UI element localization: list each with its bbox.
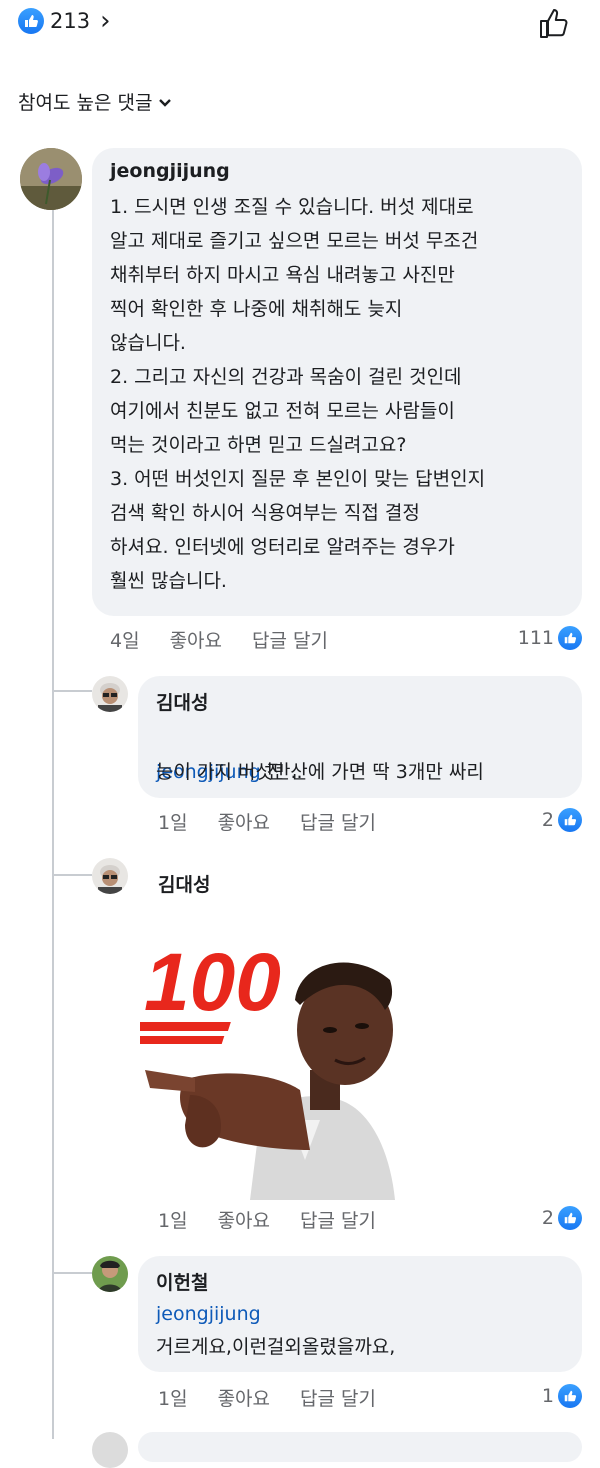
- post-like-count: 213: [50, 9, 91, 33]
- comment-author[interactable]: 김대성: [158, 870, 210, 897]
- like-button[interactable]: 좋아요: [218, 808, 270, 835]
- thread-branch: [52, 1272, 92, 1274]
- thread-line: [52, 210, 54, 1439]
- reaction-number: 111: [517, 627, 554, 649]
- sort-label: 참여도 높은 댓글: [18, 92, 153, 114]
- post-reaction-summary[interactable]: 213 ›: [18, 8, 111, 34]
- reaction-count[interactable]: 1: [542, 1384, 582, 1408]
- reaction-number: 1: [541, 1385, 554, 1407]
- reply-button[interactable]: 답글 달기: [300, 1384, 376, 1411]
- comment-bubble[interactable]: [138, 1432, 582, 1462]
- comment-text: 1. 드시면 인생 조질 수 있습니다. 버섯 제대로 알고 제대로 즐기고 싶…: [110, 196, 486, 592]
- comment-actions: 1일 좋아요 답글 달기: [158, 808, 406, 835]
- comment-text: 거르게요,이런걸외올렸을까요,: [156, 1336, 396, 1358]
- reply-button[interactable]: 답글 달기: [300, 808, 376, 835]
- like-thumb-icon: [558, 626, 582, 650]
- comment-actions: 4일 좋아요 답글 달기: [110, 626, 358, 653]
- like-button[interactable]: 좋아요: [218, 1384, 270, 1411]
- reply-button[interactable]: 답글 달기: [252, 626, 328, 653]
- avatar[interactable]: [92, 1432, 128, 1468]
- like-thumb-icon: [18, 8, 44, 34]
- like-thumb-icon: [558, 1206, 582, 1230]
- comment-text-line: 능이 가지 버섯만..: [156, 761, 303, 783]
- avatar[interactable]: [92, 858, 128, 894]
- comment-author[interactable]: 김대성: [156, 688, 208, 715]
- comment-bubble[interactable]: jeongjijung 1. 드시면 인생 조질 수 있습니다. 버섯 제대로 …: [92, 148, 582, 616]
- like-thumb-icon: [558, 808, 582, 832]
- chevron-right-icon: ›: [100, 6, 111, 36]
- thumbs-up-outline-icon[interactable]: [536, 6, 572, 42]
- reply-button[interactable]: 답글 달기: [300, 1206, 376, 1233]
- comment-author[interactable]: 이헌철: [156, 1268, 208, 1295]
- comment-time: 1일: [158, 1388, 188, 1410]
- comment-actions: 1일 좋아요 답글 달기: [158, 1206, 406, 1233]
- reaction-count[interactable]: 2: [542, 808, 582, 832]
- reaction-count[interactable]: 2: [542, 1206, 582, 1230]
- reaction-count[interactable]: 111: [518, 626, 582, 650]
- comment-time: 1일: [158, 812, 188, 834]
- comment-bubble[interactable]: 김대성 jeongjijung 전 산에 가면 딱 3개만 싸리 능이 가지 버…: [138, 676, 582, 798]
- comment-actions: 1일 좋아요 답글 달기: [158, 1384, 406, 1411]
- comment-bubble[interactable]: 이헌철 jeongjijung 거르게요,이런걸외올렸을까요,: [138, 1256, 582, 1372]
- mention-link[interactable]: jeongjijung: [156, 1297, 261, 1331]
- like-button[interactable]: 좋아요: [170, 626, 222, 653]
- reaction-number: 2: [541, 1207, 554, 1229]
- chevron-down-icon: [158, 91, 172, 113]
- comment-time: 1일: [158, 1210, 188, 1232]
- reaction-number: 2: [541, 809, 554, 831]
- sticker-100-text: 100: [144, 937, 281, 1028]
- comment-time: 4일: [110, 630, 140, 652]
- thread-branch: [52, 874, 92, 876]
- like-thumb-icon: [558, 1384, 582, 1408]
- comment-sort-dropdown[interactable]: 참여도 높은 댓글: [18, 88, 172, 115]
- thread-branch: [52, 690, 92, 692]
- sticker-image[interactable]: 100: [109, 920, 410, 1200]
- avatar[interactable]: [20, 148, 82, 210]
- like-button[interactable]: 좋아요: [218, 1206, 270, 1233]
- avatar[interactable]: [92, 676, 128, 712]
- comment-author[interactable]: jeongjijung: [110, 160, 230, 182]
- avatar[interactable]: [92, 1256, 128, 1292]
